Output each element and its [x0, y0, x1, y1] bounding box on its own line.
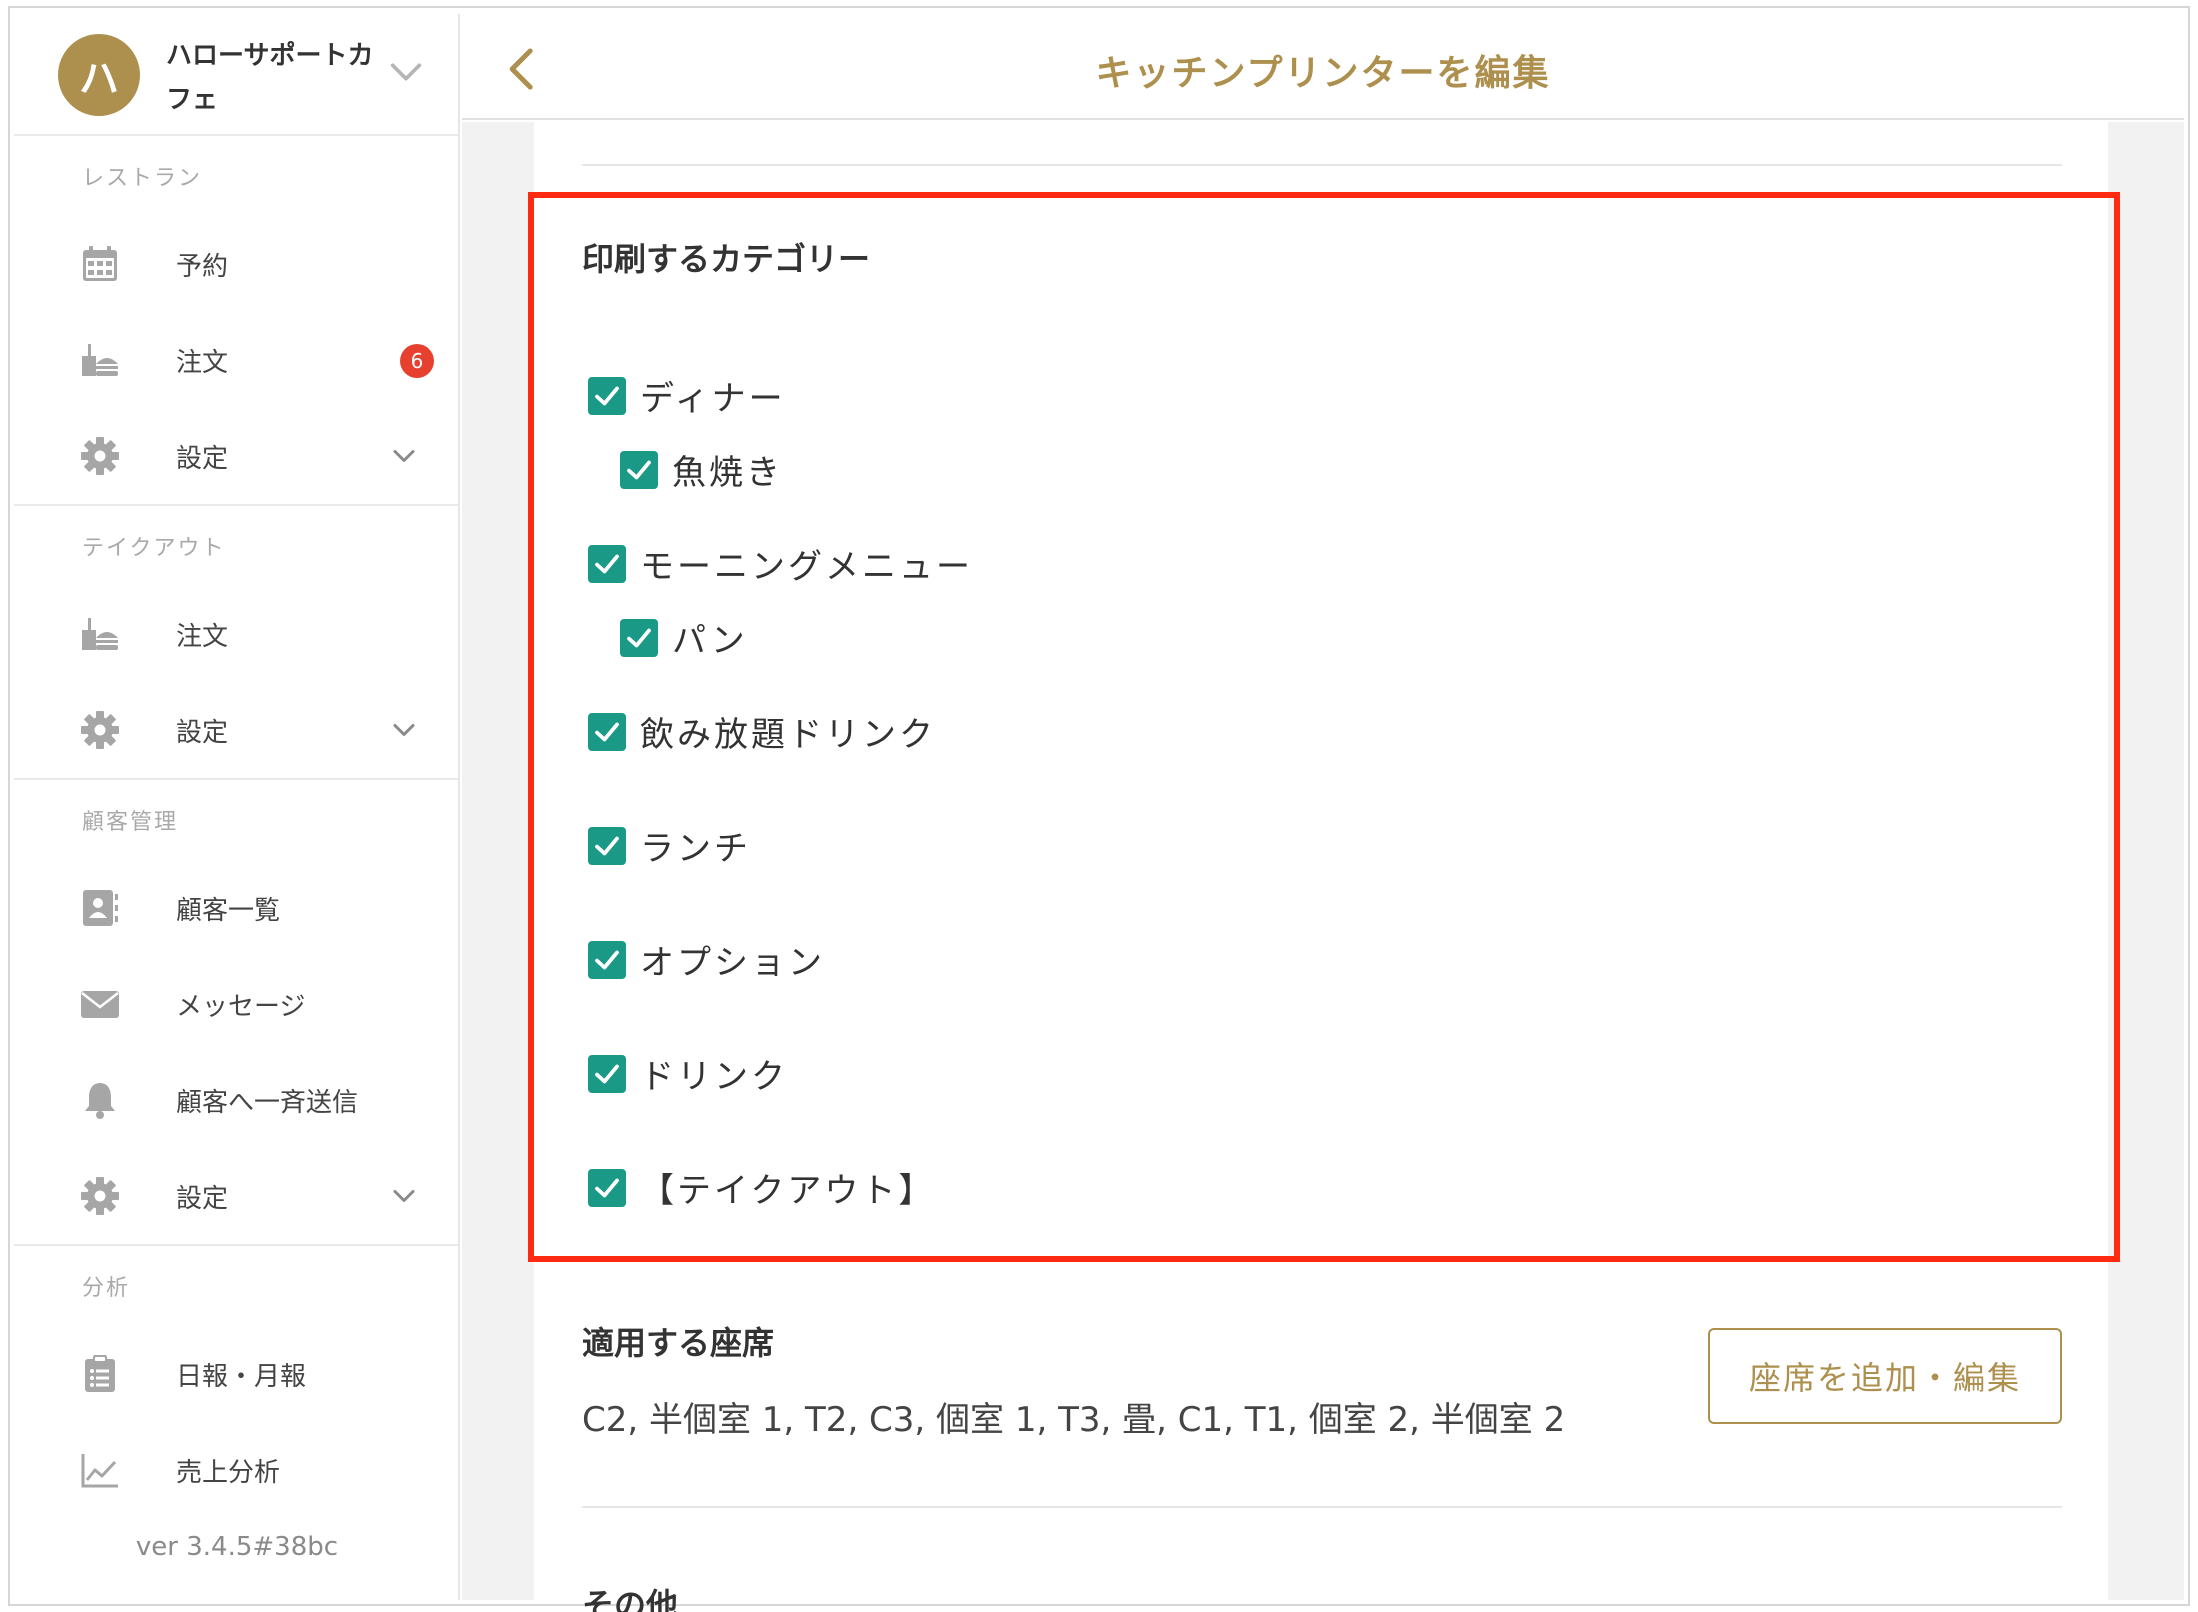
chevron-down-icon[interactable] [386, 712, 422, 748]
edit-seats-button[interactable]: 座席を追加・編集 [1708, 1328, 2062, 1424]
sidebar-item-takeout-settings[interactable]: 設定 [14, 682, 458, 778]
sidebar-item-label: 設定 [176, 443, 229, 474]
sidebar-item-reservation[interactable]: 予約 [14, 216, 458, 312]
sidebar: ハ ハローサポートカフェ レストラン 予約 注文 6 設定 テイクアウト 注文 … [14, 14, 460, 1600]
contact-book-icon [83, 890, 118, 926]
sidebar-item-customer-list[interactable]: 顧客一覧 [14, 860, 458, 956]
seats-title: 適用する座席 [582, 1324, 775, 1362]
chevron-down-icon[interactable] [386, 1178, 422, 1214]
seat-list: C2, 半個室 1, T2, C3, 個室 1, T3, 畳, C1, T1, … [582, 1400, 1566, 1440]
other-section-title: その他 [582, 1586, 679, 1612]
chevron-down-icon[interactable] [386, 52, 426, 92]
sidebar-item-messages[interactable]: メッセージ [14, 956, 458, 1052]
avatar: ハ [58, 34, 140, 116]
sidebar-item-label: メッセージ [176, 991, 306, 1022]
chevron-down-icon[interactable] [386, 438, 422, 474]
sidebar-item-restaurant-order[interactable]: 注文 6 [14, 312, 458, 408]
sidebar-item-takeout-order[interactable]: 注文 [14, 586, 458, 682]
highlight-box [528, 192, 2120, 1262]
sidebar-item-label: 顧客一覧 [176, 895, 281, 926]
sidebar-item-daily-report[interactable]: 日報・月報 [14, 1326, 458, 1422]
food-order-icon [82, 618, 118, 650]
sidebar-item-label: 注文 [176, 621, 229, 652]
divider [582, 164, 2062, 166]
section-label-takeout: テイクアウト [82, 536, 226, 561]
divider [582, 1506, 2062, 1508]
sidebar-item-label: 設定 [176, 1183, 229, 1214]
sidebar-item-sales-analysis[interactable]: 売上分析 [14, 1422, 458, 1518]
sidebar-item-label: 設定 [176, 717, 229, 748]
bell-icon [85, 1083, 115, 1119]
gear-icon [81, 437, 119, 475]
sidebar-item-restaurant-settings[interactable]: 設定 [14, 408, 458, 504]
section-label-analysis: 分析 [82, 1276, 131, 1301]
section-label-customer: 顧客管理 [82, 810, 179, 835]
sidebar-item-broadcast[interactable]: 顧客へ一斉送信 [14, 1052, 458, 1148]
food-order-icon [82, 344, 118, 376]
section-label-restaurant: レストラン [82, 166, 203, 191]
store-name: ハローサポートカフェ [166, 41, 374, 115]
sidebar-item-label: 注文 [176, 347, 229, 378]
sidebar-item-label: 予約 [176, 251, 229, 282]
sidebar-item-customer-settings[interactable]: 設定 [14, 1148, 458, 1244]
brand-header[interactable]: ハ ハローサポートカフェ [14, 14, 458, 136]
gear-icon [81, 1177, 119, 1215]
line-chart-icon [81, 1454, 118, 1488]
page-header: キッチンプリンターを編集 [462, 14, 2184, 120]
clipboard-icon [85, 1355, 115, 1392]
sidebar-item-label: 顧客へ一斉送信 [176, 1087, 359, 1118]
calendar-icon [83, 246, 117, 281]
order-count-badge: 6 [400, 344, 434, 378]
envelope-icon [81, 991, 119, 1018]
sidebar-item-label: 日報・月報 [176, 1361, 307, 1392]
sidebar-item-label: 売上分析 [176, 1457, 281, 1488]
app-version: ver 3.4.5#38bc [135, 1532, 339, 1562]
gear-icon [81, 711, 119, 749]
page-title: キッチンプリンターを編集 [1095, 53, 1551, 94]
